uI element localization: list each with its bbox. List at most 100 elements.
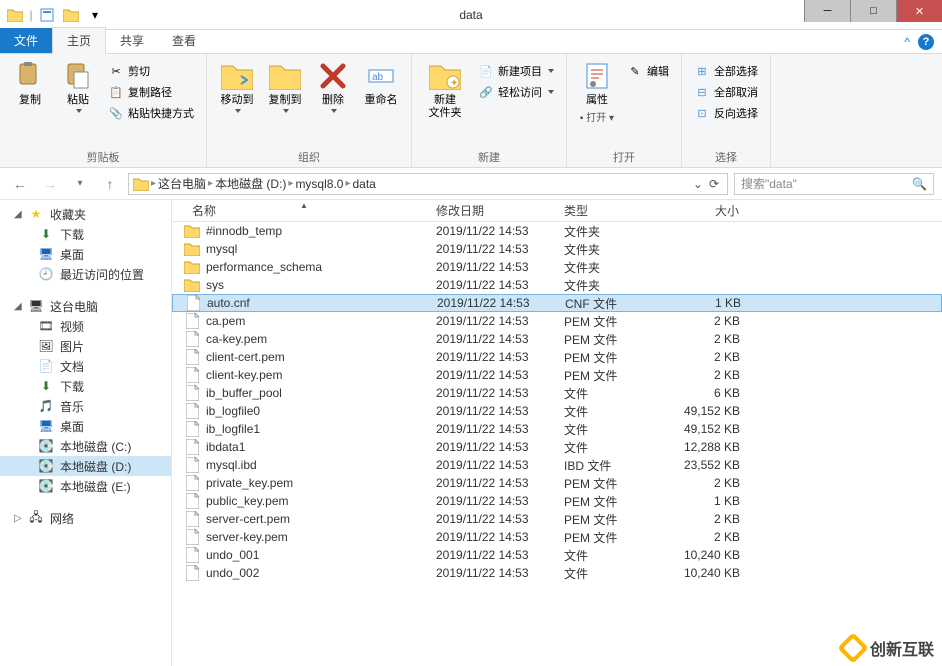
nav-back-button[interactable]: ← bbox=[8, 172, 32, 196]
file-type: PEM 文件 bbox=[556, 313, 672, 330]
list-item[interactable]: sys2019/11/22 14:53文件夹 bbox=[172, 276, 942, 294]
help-icon[interactable]: ? bbox=[918, 34, 934, 50]
invertselect-button[interactable]: ⊡反向选择 bbox=[690, 104, 762, 122]
selectall-button[interactable]: ⊞全部选择 bbox=[690, 62, 762, 80]
list-item[interactable]: private_key.pem2019/11/22 14:53PEM 文件2 K… bbox=[172, 474, 942, 492]
address-dropdown-icon[interactable]: ⌄ bbox=[693, 177, 703, 191]
list-item[interactable]: server-cert.pem2019/11/22 14:53PEM 文件2 K… bbox=[172, 510, 942, 528]
file-name: ca-key.pem bbox=[206, 332, 267, 346]
breadcrumb-seg[interactable]: 本地磁盘 (D:) bbox=[215, 175, 286, 192]
watermark: 创新互联 bbox=[842, 636, 934, 660]
list-item[interactable]: ibdata12019/11/22 14:53文件12,288 KB bbox=[172, 438, 942, 456]
moveto-button[interactable]: 移动到 bbox=[215, 58, 259, 115]
list-item[interactable]: ib_logfile12019/11/22 14:53文件49,152 KB bbox=[172, 420, 942, 438]
list-item[interactable]: client-cert.pem2019/11/22 14:53PEM 文件2 K… bbox=[172, 348, 942, 366]
tab-file[interactable]: 文件 bbox=[0, 28, 52, 53]
file-modified: 2019/11/22 14:53 bbox=[428, 242, 556, 256]
maximize-button[interactable]: □ bbox=[850, 0, 896, 22]
qat-dropdown[interactable]: ▾ bbox=[84, 4, 106, 26]
sidebar-downloads2[interactable]: ⬇下载 bbox=[0, 376, 171, 396]
list-item[interactable]: ca-key.pem2019/11/22 14:53PEM 文件2 KB bbox=[172, 330, 942, 348]
copypath-button[interactable]: 📋复制路径 bbox=[104, 83, 198, 101]
close-button[interactable]: ✕ bbox=[896, 0, 942, 22]
file-icon bbox=[184, 439, 200, 455]
sidebar-desktop[interactable]: 🖥桌面 bbox=[0, 244, 171, 264]
sidebar-pictures[interactable]: 🖼图片 bbox=[0, 336, 171, 356]
sidebar-diskd[interactable]: 💽本地磁盘 (D:) bbox=[0, 456, 171, 476]
list-item[interactable]: client-key.pem2019/11/22 14:53PEM 文件2 KB bbox=[172, 366, 942, 384]
easyaccess-button[interactable]: 🔗轻松访问 bbox=[474, 83, 558, 101]
breadcrumb-seg[interactable]: 这台电脑 bbox=[158, 175, 206, 192]
file-name: auto.cnf bbox=[207, 296, 250, 310]
col-header-name[interactable]: ▲名称 bbox=[172, 202, 428, 219]
paste-button[interactable]: 粘贴 bbox=[56, 58, 100, 115]
qat-newfolder-icon[interactable] bbox=[60, 4, 82, 26]
list-item[interactable]: ca.pem2019/11/22 14:53PEM 文件2 KB bbox=[172, 312, 942, 330]
file-name: ib_buffer_pool bbox=[206, 386, 282, 400]
sidebar-thispc[interactable]: ◢🖥这台电脑 bbox=[0, 296, 171, 316]
file-size: 12,288 KB bbox=[672, 440, 752, 454]
sidebar-network[interactable]: ▷🖧网络 bbox=[0, 508, 171, 528]
file-type: 文件夹 bbox=[556, 259, 672, 276]
file-type: CNF 文件 bbox=[557, 295, 673, 312]
breadcrumb-seg[interactable]: mysql8.0 bbox=[295, 177, 343, 191]
sidebar-favorites[interactable]: ◢★收藏夹 bbox=[0, 204, 171, 224]
list-item[interactable]: public_key.pem2019/11/22 14:53PEM 文件1 KB bbox=[172, 492, 942, 510]
minimize-button[interactable]: ─ bbox=[804, 0, 850, 22]
tab-view[interactable]: 查看 bbox=[158, 28, 210, 53]
cut-button[interactable]: ✂剪切 bbox=[104, 62, 198, 80]
sidebar-recent[interactable]: 🕘最近访问的位置 bbox=[0, 264, 171, 284]
file-size: 2 KB bbox=[672, 512, 752, 526]
refresh-icon[interactable]: ⟳ bbox=[709, 177, 719, 191]
list-item[interactable]: undo_0012019/11/22 14:53文件10,240 KB bbox=[172, 546, 942, 564]
file-list: ▲名称 修改日期 类型 大小 #innodb_temp2019/11/22 14… bbox=[172, 200, 942, 666]
newfolder-button[interactable]: ✦ 新建 文件夹 bbox=[420, 58, 470, 122]
list-item[interactable]: ib_buffer_pool2019/11/22 14:53文件6 KB bbox=[172, 384, 942, 402]
sidebar-music[interactable]: 🎵音乐 bbox=[0, 396, 171, 416]
file-modified: 2019/11/22 14:53 bbox=[428, 530, 556, 544]
selectnone-button[interactable]: ⊟全部取消 bbox=[690, 83, 762, 101]
sidebar-documents[interactable]: 📄文档 bbox=[0, 356, 171, 376]
list-item[interactable]: performance_schema2019/11/22 14:53文件夹 bbox=[172, 258, 942, 276]
sidebar-desktop2[interactable]: 🖥桌面 bbox=[0, 416, 171, 436]
file-size: 49,152 KB bbox=[672, 404, 752, 418]
copy-button[interactable]: 复制 bbox=[8, 58, 52, 109]
file-type: 文件夹 bbox=[556, 241, 672, 258]
column-headers[interactable]: ▲名称 修改日期 类型 大小 bbox=[172, 200, 942, 222]
ribbon-collapse-icon[interactable]: ^ bbox=[904, 35, 910, 49]
sidebar-diskc[interactable]: 💽本地磁盘 (C:) bbox=[0, 436, 171, 456]
list-item[interactable]: mysql2019/11/22 14:53文件夹 bbox=[172, 240, 942, 258]
nav-forward-button[interactable]: → bbox=[38, 172, 62, 196]
tab-home[interactable]: 主页 bbox=[52, 27, 106, 54]
ribbon: 复制 粘贴 ✂剪切 📋复制路径 📎粘贴快捷方式 剪贴板 移动到 复制到 bbox=[0, 54, 942, 168]
nav-up-button[interactable]: ↑ bbox=[98, 172, 122, 196]
col-header-type[interactable]: 类型 bbox=[556, 202, 672, 219]
list-item[interactable]: server-key.pem2019/11/22 14:53PEM 文件2 KB bbox=[172, 528, 942, 546]
qat-properties-icon[interactable] bbox=[36, 4, 58, 26]
copyto-button[interactable]: 复制到 bbox=[263, 58, 307, 115]
list-item[interactable]: mysql.ibd2019/11/22 14:53IBD 文件23,552 KB bbox=[172, 456, 942, 474]
list-item[interactable]: #innodb_temp2019/11/22 14:53文件夹 bbox=[172, 222, 942, 240]
sidebar-downloads[interactable]: ⬇下载 bbox=[0, 224, 171, 244]
rename-button[interactable]: ab 重命名 bbox=[359, 58, 403, 109]
sidebar-videos[interactable]: 🎞视频 bbox=[0, 316, 171, 336]
edit-button[interactable]: ✎编辑 bbox=[623, 62, 673, 80]
col-header-modified[interactable]: 修改日期 bbox=[428, 202, 556, 219]
tab-share[interactable]: 共享 bbox=[106, 28, 158, 53]
nav-recent-button[interactable]: ▾ bbox=[68, 172, 92, 196]
group-label-open: 打开 bbox=[575, 147, 673, 165]
list-item[interactable]: undo_0022019/11/22 14:53文件10,240 KB bbox=[172, 564, 942, 582]
properties-button[interactable]: 属性 ▪ 打开 ▾ bbox=[575, 58, 619, 126]
search-input[interactable]: 搜索"data" 🔍 bbox=[734, 173, 934, 195]
breadcrumb-seg[interactable]: data bbox=[353, 177, 376, 191]
col-header-size[interactable]: 大小 bbox=[672, 202, 752, 219]
pasteshortcut-button[interactable]: 📎粘贴快捷方式 bbox=[104, 104, 198, 122]
list-item[interactable]: auto.cnf2019/11/22 14:53CNF 文件1 KB bbox=[172, 294, 942, 312]
sidebar-diske[interactable]: 💽本地磁盘 (E:) bbox=[0, 476, 171, 496]
qat-folder-icon[interactable] bbox=[4, 4, 26, 26]
delete-button[interactable]: 删除 bbox=[311, 58, 355, 115]
newitem-button[interactable]: 📄新建项目 bbox=[474, 62, 558, 80]
group-label-select: 选择 bbox=[690, 147, 762, 165]
list-item[interactable]: ib_logfile02019/11/22 14:53文件49,152 KB bbox=[172, 402, 942, 420]
address-input[interactable]: ▸这台电脑 ▸本地磁盘 (D:) ▸mysql8.0 ▸data ⌄ ⟳ bbox=[128, 173, 728, 195]
